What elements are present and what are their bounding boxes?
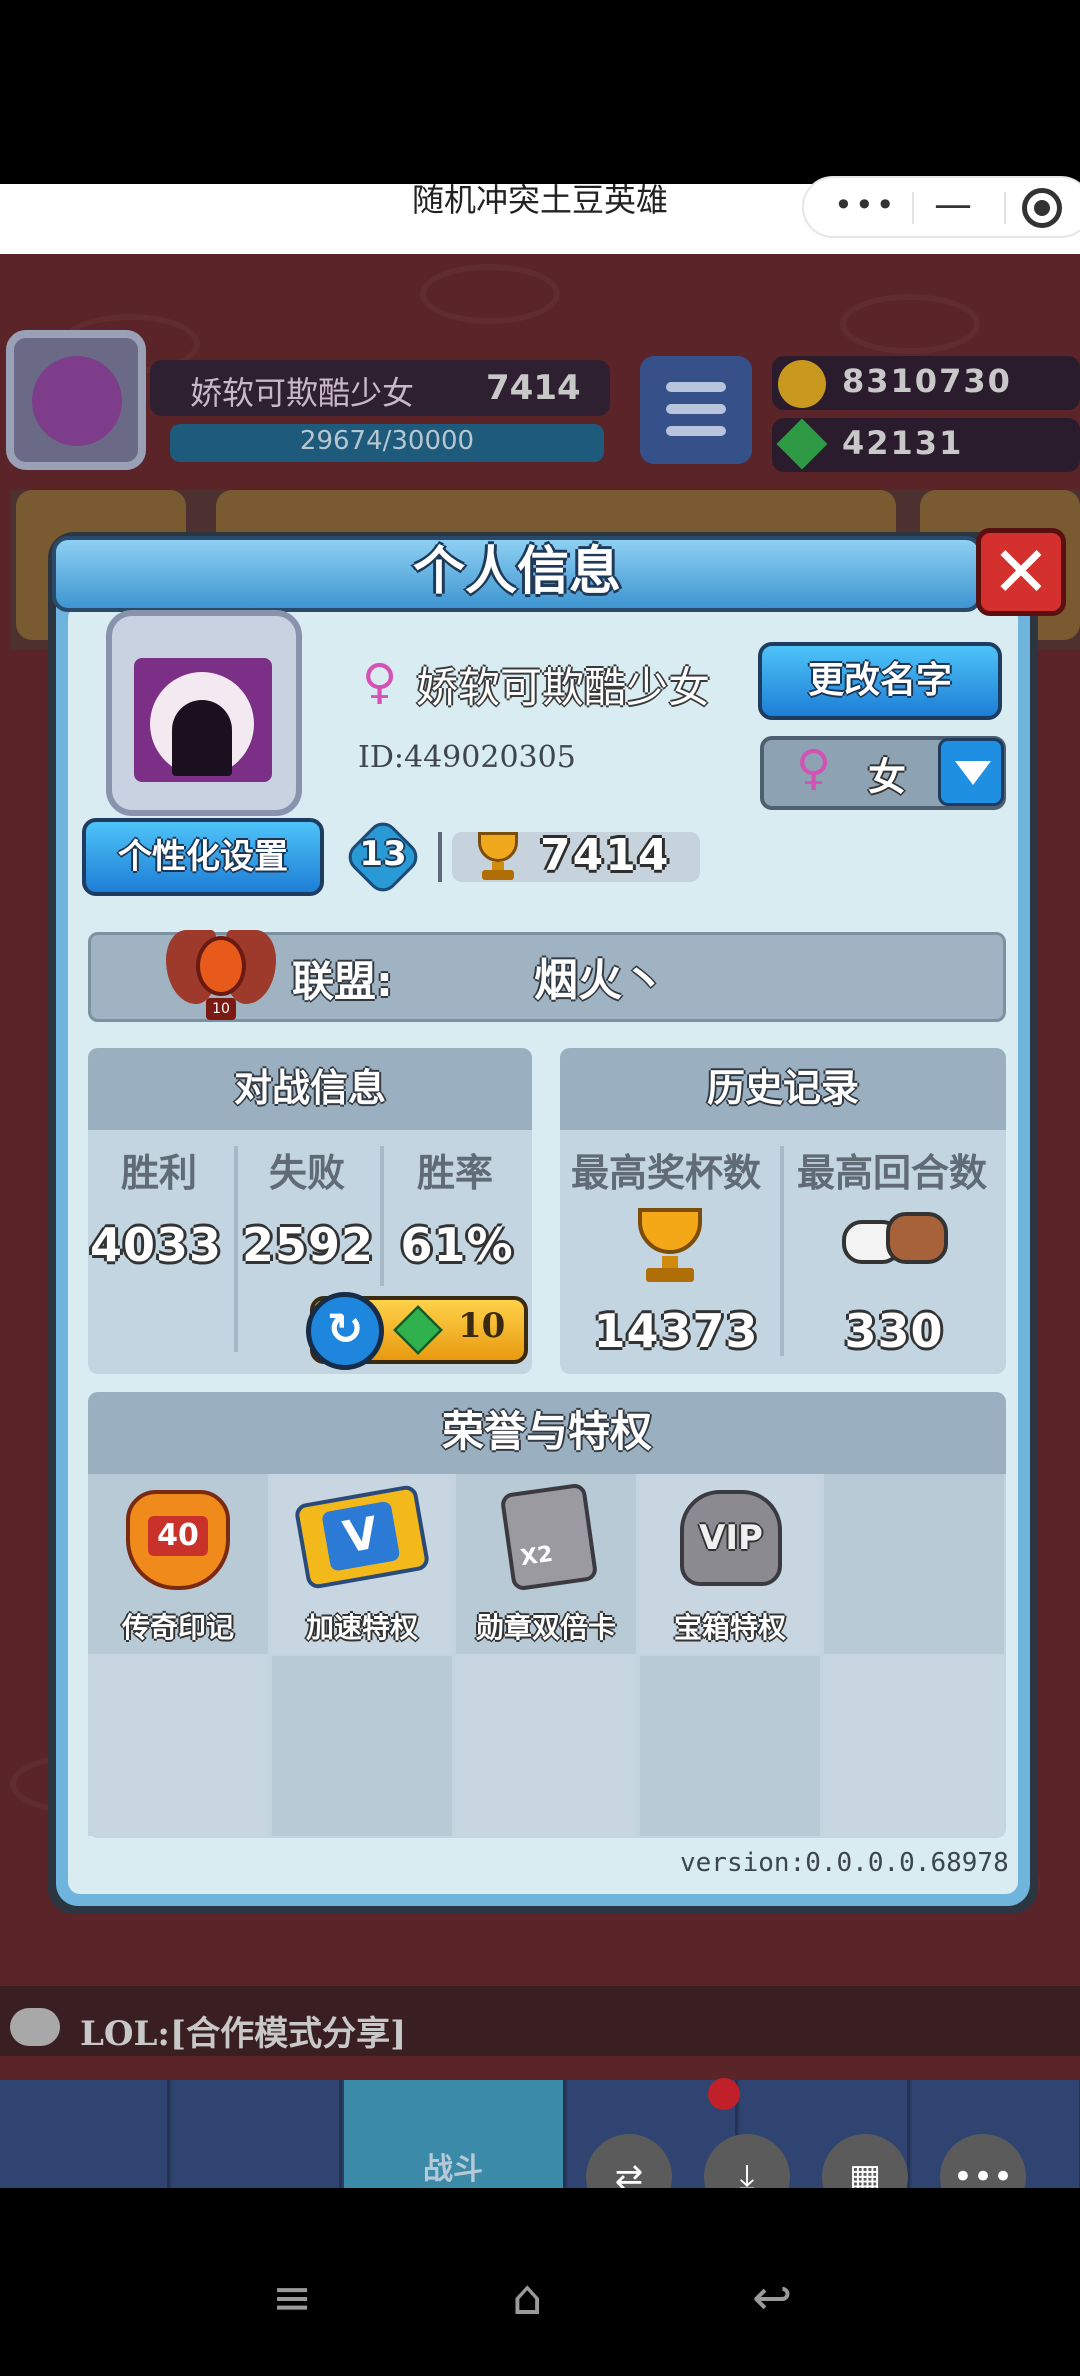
losses-value: 2592 — [241, 1218, 375, 1272]
hud-trophy-count: 7414 — [486, 368, 581, 408]
honor-slot-empty — [640, 1656, 820, 1836]
wins-label: 胜利 — [120, 1151, 197, 1195]
chevron-down-icon[interactable] — [938, 738, 1004, 806]
honor-slot-empty — [824, 1656, 1004, 1836]
divider — [438, 832, 442, 882]
player-name: 娇软可欺酷少女 — [416, 663, 711, 712]
hud-avatar[interactable] — [6, 330, 146, 470]
refresh-icon: ↻ — [306, 1292, 384, 1370]
history-title: 历史记录 — [560, 1048, 1006, 1130]
minimize-icon[interactable]: — — [934, 182, 972, 226]
hud-gem-count: 42131 — [842, 424, 964, 462]
capsule-divider — [1004, 192, 1006, 224]
honor-slot-empty — [88, 1656, 268, 1836]
back-icon[interactable]: ↩ — [752, 2270, 792, 2326]
honor-slot-empty — [824, 1474, 1004, 1654]
hud-exp-text: 29674/30000 — [299, 426, 475, 456]
version-text: version:0.0.0.0.68978 — [680, 1848, 1009, 1878]
rename-button[interactable]: 更改名字 — [758, 642, 1002, 720]
legend-badge: 40 — [148, 1516, 208, 1556]
honor-label-vip-chest: 宝箱特权 — [673, 1611, 786, 1644]
winrate-label: 胜率 — [416, 1151, 493, 1195]
chat-bubble-icon — [10, 2008, 60, 2046]
player-id: ID:449020305 — [358, 740, 576, 775]
alliance-label: 联盟: — [292, 957, 393, 1006]
hud-player-name: 娇软可欺酷少女 — [190, 374, 415, 412]
avatar-silhouette — [172, 700, 232, 776]
personalize-button[interactable]: 个性化设置 — [82, 818, 324, 896]
mini-program-capsule: ••• — — [802, 176, 1080, 238]
double-badge: X2 — [518, 1541, 555, 1572]
honor-slot-empty — [272, 1656, 452, 1836]
gender-value: 女 — [868, 755, 907, 799]
chat-message[interactable]: LOL:[合作模式分享] — [80, 2006, 406, 2055]
honor-title: 荣誉与特权 — [88, 1392, 1006, 1474]
max-round-label: 最高回合数 — [796, 1151, 987, 1195]
wins-value: 4033 — [90, 1218, 223, 1272]
honor-label-double-medal: 勋章双倍卡 — [475, 1611, 616, 1644]
close-miniprogram-icon[interactable] — [1022, 188, 1062, 228]
nav-battle-label: 战斗 — [423, 2152, 483, 2187]
more-options-icon[interactable]: ••• — [834, 186, 897, 224]
female-icon: ♀ — [796, 740, 832, 796]
column-divider — [780, 1146, 784, 1356]
female-icon: ♀ — [362, 654, 398, 710]
nav-knight-icon[interactable] — [172, 2080, 342, 2188]
home-icon[interactable]: ⌂ — [512, 2270, 542, 2326]
trophy-count: 7414 — [540, 830, 671, 881]
honor-label-legend: 传奇印记 — [121, 1611, 234, 1644]
battle-info-title: 对战信息 — [88, 1048, 532, 1130]
reset-cost: 10 — [458, 1306, 506, 1346]
alliance-name: 烟火丶 — [534, 955, 666, 1006]
close-button[interactable]: ✕ — [976, 528, 1066, 616]
trophy-icon — [626, 1208, 716, 1288]
double-medal-card-icon: X2 — [499, 1482, 599, 1592]
vip-badge: VIP — [699, 1518, 763, 1558]
coin-icon — [778, 360, 826, 408]
honor-slot-empty — [456, 1656, 636, 1836]
player-level: 13 — [359, 834, 407, 874]
winrate-value: 61% — [400, 1218, 514, 1272]
menu-icon[interactable] — [640, 356, 752, 464]
alliance-emblem-icon: 10 — [166, 916, 276, 1020]
nav-chest-icon[interactable] — [0, 2080, 170, 2188]
notification-dot — [708, 2078, 740, 2110]
max-trophy-value: 14373 — [593, 1304, 759, 1358]
vip-chest-icon: VIP — [680, 1490, 782, 1586]
handshake-icon — [842, 1208, 948, 1286]
honor-label-speed: 加速特权 — [305, 1611, 418, 1644]
capsule-divider — [912, 192, 914, 224]
hud-coin-count: 8310730 — [842, 362, 1012, 400]
speed-badge: V — [321, 1500, 401, 1572]
max-trophy-label: 最高奖杯数 — [570, 1151, 761, 1195]
modal-title: 个人信息 — [412, 542, 621, 602]
losses-label: 失败 — [268, 1151, 345, 1195]
max-round-value: 330 — [844, 1304, 944, 1358]
recent-apps-icon[interactable]: ≡ — [272, 2270, 312, 2326]
trophy-icon — [470, 832, 526, 882]
alliance-level: 10 — [206, 998, 236, 1020]
column-divider — [380, 1146, 384, 1286]
legend-emblem-icon: 40 — [126, 1490, 230, 1590]
